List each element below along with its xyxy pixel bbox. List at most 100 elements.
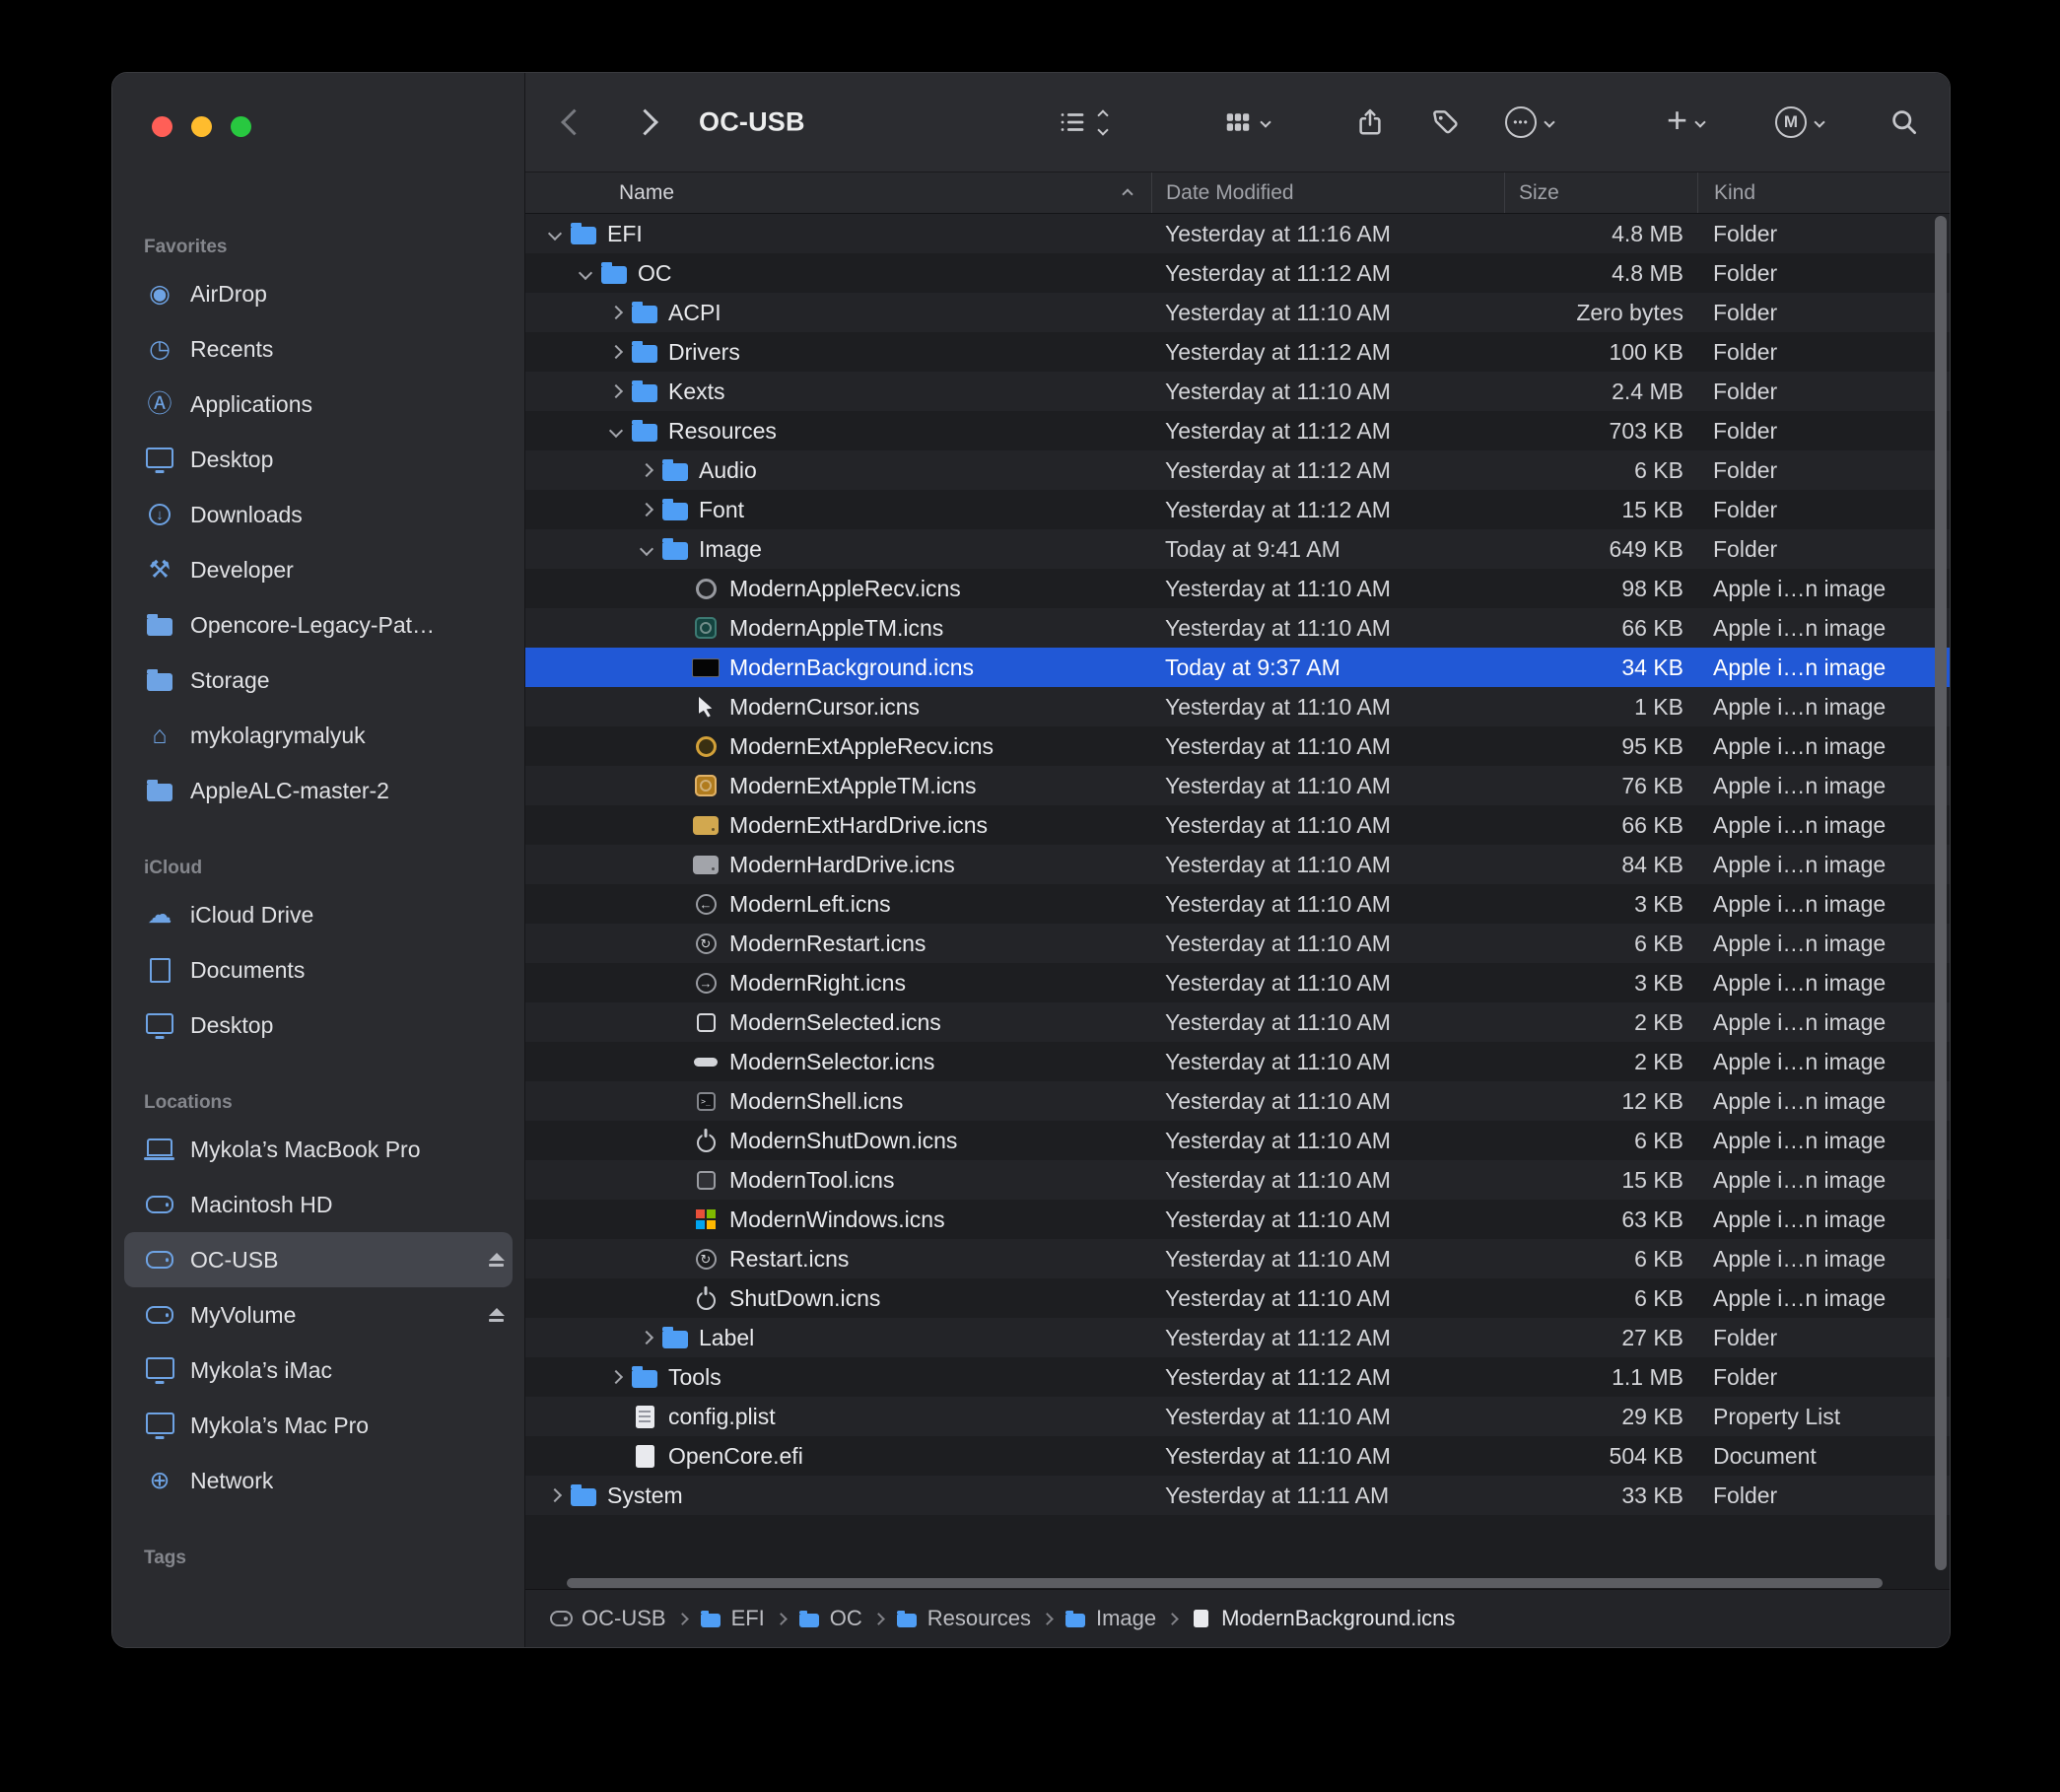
table-row[interactable]: >_ModernShell.icnsYesterday at 11:10 AM1… bbox=[525, 1081, 1950, 1121]
vertical-scrollbar[interactable] bbox=[1935, 216, 1947, 1570]
table-row[interactable]: LabelYesterday at 11:12 AM27 KBFolder bbox=[525, 1318, 1950, 1357]
path-item[interactable]: Image bbox=[1064, 1606, 1156, 1631]
view-mode-button[interactable] bbox=[1058, 107, 1107, 137]
horizontal-scrollbar[interactable] bbox=[567, 1578, 1883, 1588]
tags-button[interactable] bbox=[1430, 107, 1460, 137]
disclosure-triangle[interactable] bbox=[633, 505, 660, 515]
table-row[interactable]: ModernShutDown.icnsYesterday at 11:10 AM… bbox=[525, 1121, 1950, 1160]
disclosure-triangle[interactable] bbox=[572, 268, 599, 278]
disclosure-triangle[interactable] bbox=[602, 386, 630, 396]
table-row[interactable]: KextsYesterday at 11:10 AM2.4 MBFolder bbox=[525, 372, 1950, 411]
sidebar-item-applications[interactable]: ⒶApplications bbox=[124, 377, 513, 432]
sidebar-item-applealc-master-2[interactable]: AppleALC-master-2 bbox=[124, 763, 513, 818]
table-row[interactable]: OpenCore.efiYesterday at 11:10 AM504 KBD… bbox=[525, 1436, 1950, 1476]
more-actions-button[interactable]: ••• bbox=[1505, 106, 1553, 138]
table-row[interactable]: ModernBackground.icnsToday at 9:37 AM34 … bbox=[525, 648, 1950, 687]
eject-button[interactable] bbox=[488, 1308, 505, 1322]
eject-button[interactable] bbox=[488, 1253, 505, 1267]
minimize-button[interactable] bbox=[191, 116, 212, 137]
zoom-button[interactable] bbox=[231, 116, 251, 137]
table-row[interactable]: ↻Restart.icnsYesterday at 11:10 AM6 KBAp… bbox=[525, 1239, 1950, 1278]
table-row[interactable]: ModernExtAppleTM.icnsYesterday at 11:10 … bbox=[525, 766, 1950, 805]
disclosure-triangle[interactable] bbox=[602, 347, 630, 357]
table-row[interactable]: OCYesterday at 11:12 AM4.8 MBFolder bbox=[525, 253, 1950, 293]
sidebar-item-storage[interactable]: Storage bbox=[124, 653, 513, 708]
sidebar-item-mykola-s-imac[interactable]: Mykola’s iMac bbox=[124, 1343, 513, 1398]
table-row[interactable]: ModernWindows.icnsYesterday at 11:10 AM6… bbox=[525, 1200, 1950, 1239]
table-row[interactable]: ModernCursor.icnsYesterday at 11:10 AM1 … bbox=[525, 687, 1950, 726]
file-kind: Apple i…n image bbox=[1697, 1088, 1950, 1115]
sidebar-item-mykola-s-mac-pro[interactable]: Mykola’s Mac Pro bbox=[124, 1398, 513, 1453]
sidebar-item-documents[interactable]: Documents bbox=[124, 942, 513, 998]
sidebar-item-label: Developer bbox=[190, 557, 294, 584]
file-size: 33 KB bbox=[1504, 1482, 1697, 1509]
sidebar-item-desktop[interactable]: Desktop bbox=[124, 432, 513, 487]
account-button[interactable]: M bbox=[1775, 106, 1823, 138]
table-row[interactable]: ResourcesYesterday at 11:12 AM703 KBFold… bbox=[525, 411, 1950, 450]
sidebar-section-title: Tags bbox=[144, 1548, 524, 1569]
table-row[interactable]: ModernHardDrive.icnsYesterday at 11:10 A… bbox=[525, 845, 1950, 884]
column-header-date-modified[interactable]: Date Modified bbox=[1151, 172, 1504, 213]
column-header-kind[interactable]: Kind bbox=[1697, 172, 1950, 213]
table-row[interactable]: FontYesterday at 11:12 AM15 KBFolder bbox=[525, 490, 1950, 529]
disclosure-triangle[interactable] bbox=[602, 426, 630, 436]
share-button[interactable] bbox=[1355, 107, 1385, 137]
sidebar-item-macintosh-hd[interactable]: Macintosh HD bbox=[124, 1177, 513, 1232]
search-button[interactable] bbox=[1889, 107, 1919, 137]
disclosure-triangle[interactable] bbox=[602, 308, 630, 317]
group-button[interactable] bbox=[1223, 107, 1270, 137]
disclosure-triangle[interactable] bbox=[541, 229, 569, 239]
column-header-name[interactable]: Name bbox=[525, 172, 1151, 213]
path-item[interactable]: ModernBackground.icns bbox=[1189, 1606, 1455, 1631]
table-row[interactable]: SystemYesterday at 11:11 AM33 KBFolder bbox=[525, 1476, 1950, 1515]
sidebar-item-desktop[interactable]: Desktop bbox=[124, 998, 513, 1053]
path-item[interactable]: OC-USB bbox=[549, 1606, 666, 1631]
sidebar-item-downloads[interactable]: ↓Downloads bbox=[124, 487, 513, 542]
disclosure-triangle[interactable] bbox=[633, 544, 660, 554]
sidebar-item-airdrop[interactable]: ◉AirDrop bbox=[124, 266, 513, 321]
table-row[interactable]: ModernSelected.icnsYesterday at 11:10 AM… bbox=[525, 1002, 1950, 1042]
disclosure-triangle[interactable] bbox=[541, 1490, 569, 1500]
close-button[interactable] bbox=[152, 116, 172, 137]
disk-sm-icon bbox=[549, 1611, 573, 1626]
table-row[interactable]: ModernTool.icnsYesterday at 11:10 AM15 K… bbox=[525, 1160, 1950, 1200]
table-row[interactable]: ACPIYesterday at 11:10 AMZero bytesFolde… bbox=[525, 293, 1950, 332]
table-row[interactable]: ↻ModernRestart.icnsYesterday at 11:10 AM… bbox=[525, 924, 1950, 963]
table-row[interactable]: ModernAppleRecv.icnsYesterday at 11:10 A… bbox=[525, 569, 1950, 608]
table-row[interactable]: ShutDown.icnsYesterday at 11:10 AM6 KBAp… bbox=[525, 1278, 1950, 1318]
table-row[interactable]: ←ModernLeft.icnsYesterday at 11:10 AM3 K… bbox=[525, 884, 1950, 924]
table-row[interactable]: →ModernRight.icnsYesterday at 11:10 AM3 … bbox=[525, 963, 1950, 1002]
disclosure-triangle[interactable] bbox=[633, 465, 660, 475]
sidebar-item-myvolume[interactable]: MyVolume bbox=[124, 1287, 513, 1343]
table-row[interactable]: DriversYesterday at 11:12 AM100 KBFolder bbox=[525, 332, 1950, 372]
path-bar-items: OC-USB EFI OC Resources Image ModernBackgroun… bbox=[549, 1606, 1455, 1631]
column-header-size[interactable]: Size bbox=[1504, 172, 1697, 213]
back-button[interactable] bbox=[565, 113, 584, 132]
sidebar-item-opencore-legacy-pat[interactable]: Opencore-Legacy-Pat… bbox=[124, 597, 513, 653]
sidebar-item-developer[interactable]: ⚒Developer bbox=[124, 542, 513, 597]
table-row[interactable]: ImageToday at 9:41 AM649 KBFolder bbox=[525, 529, 1950, 569]
sidebar-item-oc-usb[interactable]: OC-USB bbox=[124, 1232, 513, 1287]
table-row[interactable]: ModernExtAppleRecv.icnsYesterday at 11:1… bbox=[525, 726, 1950, 766]
sidebar-item-recents[interactable]: ◷Recents bbox=[124, 321, 513, 377]
table-row[interactable]: EFIYesterday at 11:16 AM4.8 MBFolder bbox=[525, 214, 1950, 253]
sidebar-item-mykola-s-macbook-pro[interactable]: Mykola’s MacBook Pro bbox=[124, 1122, 513, 1177]
name-cell: Font bbox=[525, 495, 1151, 524]
table-row[interactable]: ModernSelector.icnsYesterday at 11:10 AM… bbox=[525, 1042, 1950, 1081]
table-row[interactable]: ModernAppleTM.icnsYesterday at 11:10 AM6… bbox=[525, 608, 1950, 648]
forward-button[interactable] bbox=[636, 113, 654, 132]
disclosure-triangle[interactable] bbox=[633, 1333, 660, 1343]
table-row[interactable]: ModernExtHardDrive.icnsYesterday at 11:1… bbox=[525, 805, 1950, 845]
path-item[interactable]: EFI bbox=[699, 1606, 765, 1631]
path-item[interactable]: Resources bbox=[895, 1606, 1031, 1631]
table-row[interactable]: AudioYesterday at 11:12 AM6 KBFolder bbox=[525, 450, 1950, 490]
sidebar-item-mykolagrymalyuk[interactable]: ⌂mykolagrymalyuk bbox=[124, 708, 513, 763]
disclosure-triangle[interactable] bbox=[602, 1372, 630, 1382]
tm-icon bbox=[691, 613, 721, 643]
path-item[interactable]: OC bbox=[797, 1606, 862, 1631]
sidebar-item-icloud-drive[interactable]: ☁iCloud Drive bbox=[124, 887, 513, 942]
sidebar-item-network[interactable]: ⊕Network bbox=[124, 1453, 513, 1508]
new-item-button[interactable]: + bbox=[1667, 106, 1704, 138]
table-row[interactable]: ToolsYesterday at 11:12 AM1.1 MBFolder bbox=[525, 1357, 1950, 1397]
table-row[interactable]: config.plistYesterday at 11:10 AM29 KBPr… bbox=[525, 1397, 1950, 1436]
